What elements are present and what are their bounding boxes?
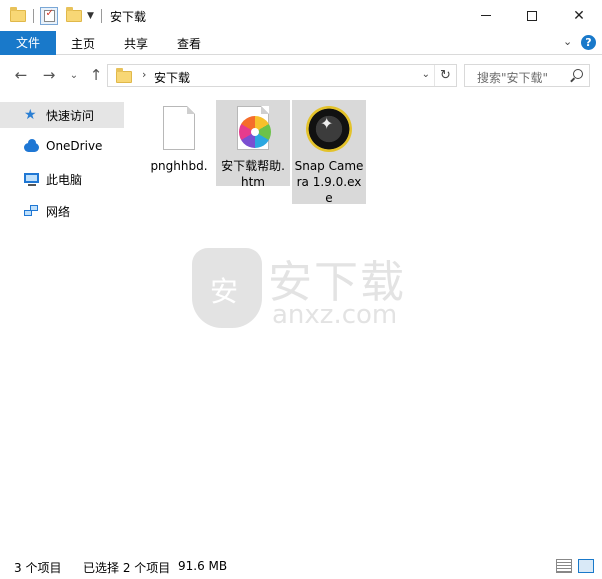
file-item[interactable]: 安下载帮助.htm — [216, 100, 290, 189]
recent-locations-dropdown[interactable]: ⌄ — [63, 65, 85, 85]
file-name: pnghhbd. — [150, 159, 208, 173]
help-icon: ? — [581, 35, 596, 50]
arrow-up-icon: ↑ — [89, 66, 103, 84]
blank-file-icon — [155, 106, 203, 154]
breadcrumb[interactable]: 安下载 — [154, 69, 190, 86]
new-folder-icon — [66, 7, 82, 22]
nav-item-label: OneDrive — [46, 139, 103, 153]
search-icon — [573, 69, 583, 79]
title-bar: ▼ 安下载 ✕ — [0, 0, 602, 31]
nav-item-label: 快速访问 — [46, 109, 95, 123]
file-name: Snap Camera 1.9.0.exe — [294, 159, 364, 205]
chevron-down-icon: ⌄ — [69, 69, 79, 81]
status-bar: 3 个项目 已选择 2 个项目 91.6 MB — [0, 554, 602, 579]
address-dropdown[interactable]: ⌄ — [422, 69, 430, 80]
htm-file-icon — [229, 106, 277, 154]
tab-share[interactable]: 共享 — [113, 31, 159, 55]
divider — [101, 9, 102, 23]
computer-icon — [24, 172, 40, 186]
nav-item-quick-access[interactable]: ★ 快速访问 — [0, 102, 124, 128]
help-button[interactable]: ? — [581, 35, 596, 50]
watermark-logo: 安下载 anxz.com — [192, 248, 412, 332]
nav-item-network[interactable]: 网络 — [0, 198, 124, 224]
file-item[interactable]: pnghhbd. — [142, 100, 216, 178]
window-title: 安下载 — [110, 10, 147, 24]
tab-home[interactable]: 主页 — [60, 31, 106, 55]
snap-camera-icon — [305, 106, 353, 154]
nav-item-onedrive[interactable]: OneDrive — [0, 134, 124, 160]
chevron-down-icon: ⌄ — [563, 35, 573, 48]
new-folder-button[interactable] — [66, 7, 82, 25]
address-bar[interactable]: › 安下载 ⌄ ↻ — [107, 64, 457, 87]
network-icon — [24, 204, 40, 218]
minimize-button[interactable] — [463, 0, 509, 31]
file-name: 安下载帮助.htm — [221, 159, 285, 189]
arrow-right-icon: → — [42, 66, 56, 84]
properties-button[interactable] — [40, 7, 58, 25]
search-input[interactable]: 搜索"安下载" — [464, 64, 590, 87]
maximize-button[interactable] — [509, 0, 555, 31]
selection-size: 91.6 MB — [178, 559, 228, 573]
ribbon-tabs: 文件 主页 共享 查看 ⌄ ? — [0, 31, 602, 55]
shield-icon — [192, 248, 262, 328]
search-placeholder: 搜索"安下载" — [477, 71, 549, 85]
forward-button[interactable]: → — [38, 65, 60, 85]
folder-icon — [10, 7, 26, 25]
chevron-right-icon[interactable]: › — [142, 68, 146, 81]
close-button[interactable]: ✕ — [556, 0, 602, 31]
refresh-icon: ↻ — [440, 68, 451, 83]
minimize-icon — [481, 15, 491, 16]
maximize-icon — [527, 10, 537, 21]
nav-item-this-pc[interactable]: 此电脑 — [0, 166, 124, 192]
file-item[interactable]: Snap Camera 1.9.0.exe — [292, 100, 366, 205]
large-icons-view-button[interactable] — [578, 559, 594, 573]
refresh-button[interactable]: ↻ — [434, 65, 456, 86]
folder-icon — [116, 68, 132, 83]
customize-toolbar-dropdown[interactable]: ▼ — [87, 7, 94, 25]
details-view-button[interactable] — [556, 559, 572, 573]
properties-icon — [40, 7, 58, 25]
item-count: 3 个项目 — [14, 561, 62, 575]
watermark-url: anxz.com — [272, 300, 398, 330]
cloud-icon — [24, 139, 40, 154]
expand-ribbon-button[interactable]: ⌄ — [563, 35, 572, 48]
close-icon: ✕ — [573, 7, 585, 24]
navigation-pane: ★ 快速访问 OneDrive 此电脑 网络 — [0, 94, 124, 554]
divider — [33, 9, 34, 23]
arrow-left-icon: ← — [14, 66, 28, 84]
star-icon: ★ — [24, 107, 37, 123]
selection-count: 已选择 2 个项目 — [83, 561, 171, 575]
tab-view[interactable]: 查看 — [166, 31, 212, 55]
nav-item-label: 此电脑 — [46, 173, 83, 187]
tab-file[interactable]: 文件 — [0, 31, 56, 55]
nav-item-label: 网络 — [46, 205, 71, 219]
up-button[interactable]: ↑ — [85, 65, 107, 85]
back-button[interactable]: ← — [10, 65, 32, 85]
